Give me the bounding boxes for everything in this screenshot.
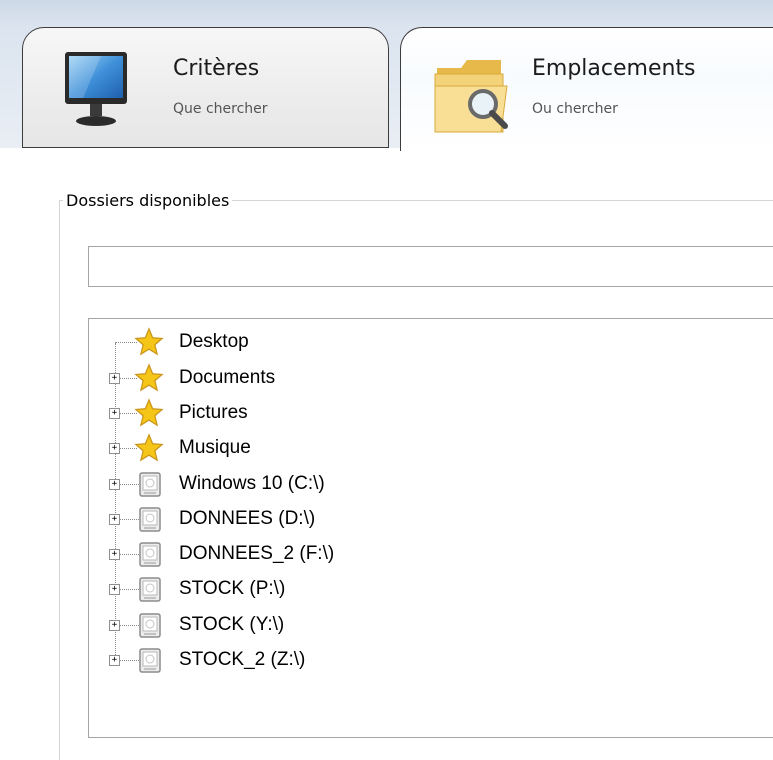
tab-criteria-subtitle: Que chercher [173, 101, 268, 117]
expand-icon[interactable]: + [109, 514, 120, 525]
expand-icon[interactable]: + [109, 479, 120, 490]
tree-branch-line [119, 484, 139, 485]
tree-item-label: STOCK_2 (Z:\) [179, 649, 306, 670]
tab-criteria[interactable]: Critères Que chercher [22, 27, 389, 148]
star-icon [134, 363, 164, 392]
folder-tree[interactable]: Desktop + Documents + Pictures + Musique… [88, 318, 773, 738]
tab-locations-subtitle: Ou chercher [532, 101, 618, 117]
drive-icon [139, 472, 161, 497]
tree-item-drive-z[interactable]: + STOCK_2 (Z:\) [89, 643, 489, 679]
tree-item-pictures[interactable]: + Pictures [89, 396, 489, 432]
tree-item-drive-p[interactable]: + STOCK (P:\) [89, 572, 489, 608]
tree-item-label: Pictures [179, 402, 248, 423]
tree-item-label: STOCK (P:\) [179, 578, 286, 599]
tab-criteria-title: Critères [173, 56, 260, 81]
tree-item-label: DONNEES_2 (F:\) [179, 543, 335, 564]
drive-icon [139, 507, 161, 532]
drive-icon [139, 577, 161, 602]
tree-item-label: DONNEES (D:\) [179, 508, 316, 529]
expand-icon[interactable]: + [109, 373, 120, 384]
tree-item-drive-y[interactable]: + STOCK (Y:\) [89, 608, 489, 644]
star-icon [134, 433, 164, 462]
drive-icon [139, 648, 161, 673]
expand-icon[interactable]: + [109, 620, 120, 631]
star-icon [134, 327, 164, 356]
expand-icon[interactable]: + [109, 655, 120, 666]
tree-branch-line [119, 554, 139, 555]
drive-icon [139, 542, 161, 567]
tree-item-music[interactable]: + Musique [89, 431, 489, 467]
tab-locations-title: Emplacements [532, 56, 696, 81]
tree-item-label: Desktop [179, 331, 249, 352]
tree-item-drive-c[interactable]: + Windows 10 (C:\) [89, 467, 489, 503]
star-icon [134, 398, 164, 427]
tree-item-label: Windows 10 (C:\) [179, 473, 325, 494]
tree-branch-line [119, 660, 139, 661]
tree-item-drive-d[interactable]: + DONNEES (D:\) [89, 502, 489, 538]
drive-icon [139, 613, 161, 638]
folder-search-icon [434, 60, 508, 133]
tree-branch-line [119, 519, 139, 520]
tree-item-desktop[interactable]: Desktop [89, 325, 489, 361]
tree-branch-line [119, 589, 139, 590]
tree-item-drive-f[interactable]: + DONNEES_2 (F:\) [89, 537, 489, 573]
expand-icon[interactable]: + [109, 408, 120, 419]
path-input[interactable] [88, 246, 773, 287]
tree-item-label: Musique [179, 437, 251, 458]
expand-icon[interactable]: + [109, 584, 120, 595]
tree-item-label: STOCK (Y:\) [179, 614, 285, 635]
expand-icon[interactable]: + [109, 549, 120, 560]
monitor-icon [65, 52, 127, 126]
expand-icon[interactable]: + [109, 443, 120, 454]
tree-branch-line [119, 625, 139, 626]
tree-item-label: Documents [179, 367, 276, 388]
tab-locations[interactable]: Emplacements Ou chercher [400, 27, 773, 151]
tree-item-documents[interactable]: + Documents [89, 361, 489, 397]
available-folders-legend: Dossiers disponibles [63, 191, 233, 210]
